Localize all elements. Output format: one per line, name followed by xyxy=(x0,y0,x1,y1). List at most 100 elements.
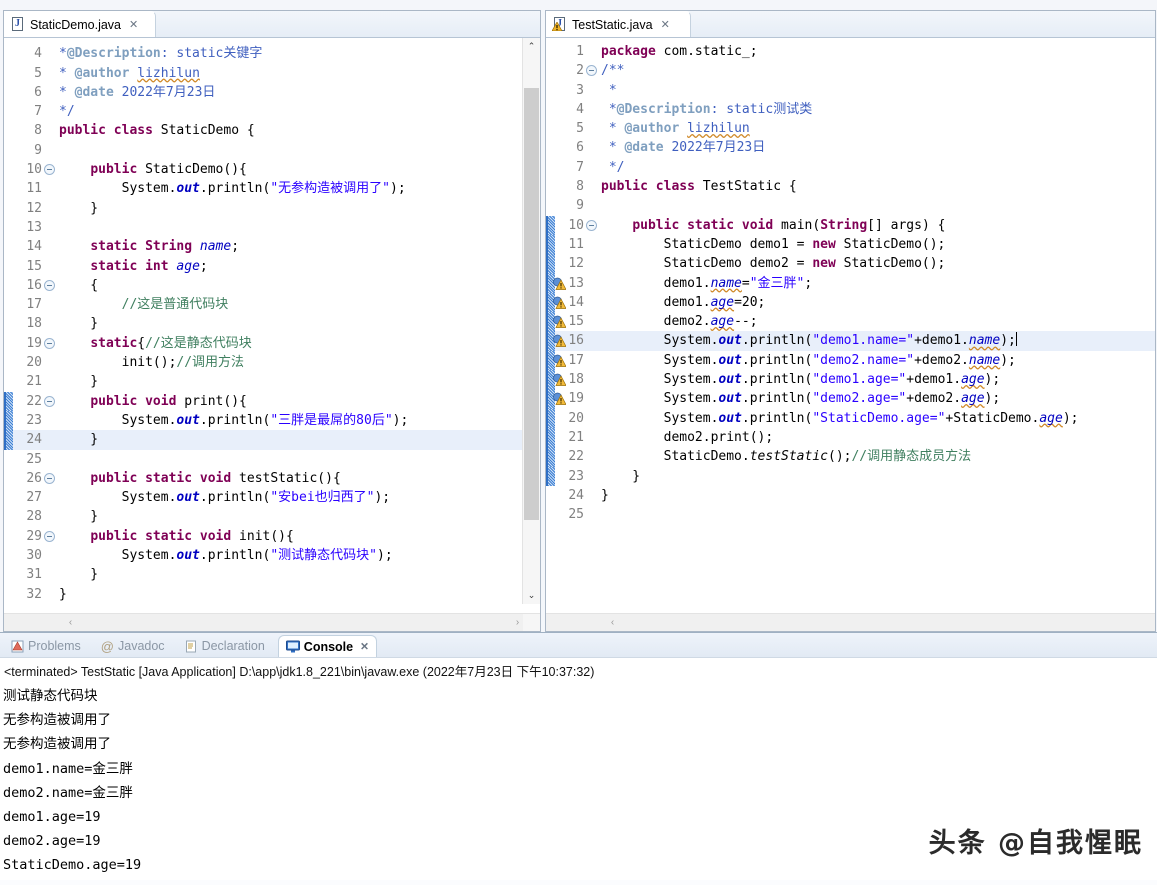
bottom-tab-console[interactable]: Console ✕ xyxy=(277,635,377,657)
vertical-scrollbar-left[interactable]: ⌃ ⌄ xyxy=(522,38,540,604)
code-line[interactable]: 4 *@Description: static关键字 xyxy=(4,44,540,63)
code-line[interactable]: 25 xyxy=(546,505,1155,524)
line-number: 15 xyxy=(568,314,584,330)
code-line[interactable]: 20 System.out.println("StaticDemo.age="+… xyxy=(546,408,1155,428)
code-text: demo2.age--; xyxy=(601,314,758,330)
code-line[interactable]: 12 } xyxy=(4,199,540,218)
bottom-tab-problems[interactable]: Problems xyxy=(4,635,88,657)
code-viewport-right[interactable]: 1 package com.static_; 2/** 3 * 4 *@Descript… xyxy=(546,38,1155,621)
fold-toggle-icon[interactable] xyxy=(586,65,597,77)
close-icon[interactable]: ✕ xyxy=(661,18,670,31)
code-text: *@Description: static关键字 xyxy=(59,46,263,62)
code-line[interactable]: 13 demo1.name="金三胖"; xyxy=(546,273,1155,293)
code-line[interactable]: 23 } xyxy=(546,466,1155,486)
code-text: } xyxy=(601,468,641,484)
code-line[interactable]: 14 demo1.age=20; xyxy=(546,292,1155,313)
bottom-tab-javadoc[interactable]: @ Javadoc xyxy=(94,635,172,657)
code-line[interactable]: 9 xyxy=(546,196,1155,215)
console-output[interactable]: 测试静态代码块 无参构造被调用了 无参构造被调用了 demo1.name=金三胖 dem… xyxy=(0,682,1157,880)
code-line[interactable]: 12 StaticDemo demo2 = new StaticDemo(); xyxy=(546,254,1155,274)
code-line[interactable]: 28 } xyxy=(4,507,540,526)
code-line[interactable]: 2 /** xyxy=(546,61,1155,80)
code-viewport-left[interactable]: 3*4*@Description: static关键字5* @author li… xyxy=(4,38,540,621)
editor-area: J StaticDemo.java ✕ 3 * 4 *@Description: st… xyxy=(0,0,1157,632)
code-line[interactable]: 19 System.out.println("demo2.age="+demo2… xyxy=(546,389,1155,409)
line-number: 18 xyxy=(26,316,42,332)
code-line[interactable]: 7 */ xyxy=(546,158,1155,177)
code-line[interactable]: 10 public static void main(String[] args… xyxy=(546,215,1155,235)
code-line[interactable]: 23 System.out.println("三胖是最屌的80后"); xyxy=(4,410,540,431)
bottom-tab-label: Javadoc xyxy=(118,639,165,653)
fold-toggle-icon[interactable] xyxy=(44,279,55,291)
code-line[interactable]: 3 * xyxy=(546,81,1155,100)
tab-teststatic-java[interactable]: J TestStatic.java ✕ xyxy=(546,11,691,37)
line-number: 2 xyxy=(576,63,584,79)
close-icon[interactable]: ✕ xyxy=(129,18,138,31)
code-line[interactable]: 4 *@Description: static测试类 xyxy=(546,100,1155,119)
fold-toggle-icon[interactable] xyxy=(586,219,597,231)
code-line[interactable]: 30 System.out.println("测试静态代码块"); xyxy=(4,546,540,565)
code-line[interactable]: 15 demo2.age--; xyxy=(546,312,1155,332)
line-number: 31 xyxy=(26,567,42,583)
code-line[interactable]: 19 static{//这是静态代码块 xyxy=(4,334,540,353)
code-text: demo1.name="金三胖"; xyxy=(601,275,813,291)
code-line[interactable]: 5 * @author lizhilun xyxy=(546,119,1155,138)
code-line[interactable]: 26 public static void testStatic(){ xyxy=(4,469,540,488)
code-line[interactable]: 27 System.out.println("安bei也归西了"); xyxy=(4,488,540,507)
code-line[interactable]: 6 * @date 2022年7月23日 xyxy=(4,83,540,102)
code-line[interactable]: 8 public class StaticDemo { xyxy=(4,121,540,140)
code-line[interactable]: 15 static int age; xyxy=(4,257,540,276)
fold-toggle-icon[interactable] xyxy=(44,472,55,484)
code-line[interactable]: 29 public static void init(){ xyxy=(4,527,540,546)
fold-toggle-icon[interactable] xyxy=(44,395,55,407)
line-number: 14 xyxy=(568,294,584,310)
code-line[interactable]: 5 * @author lizhilun xyxy=(4,64,540,83)
bottom-tab-declaration[interactable]: Declaration xyxy=(178,635,272,657)
scroll-left-arrow[interactable]: ‹ xyxy=(62,614,79,631)
code-line[interactable]: 16 System.out.println("demo1.name="+demo… xyxy=(546,331,1155,351)
code-line[interactable]: 31 } xyxy=(4,565,540,584)
code-line[interactable]: 17 //这是普通代码块 xyxy=(4,295,540,314)
code-line[interactable]: 6 * @date 2022年7月23日 xyxy=(546,138,1155,157)
fold-toggle-icon[interactable] xyxy=(44,337,55,349)
code-line[interactable]: 24} xyxy=(546,486,1155,505)
code-line[interactable]: 18 } xyxy=(4,314,540,333)
scroll-up-arrow[interactable]: ⌃ xyxy=(523,38,540,55)
tab-staticdemo-java[interactable]: J StaticDemo.java ✕ xyxy=(4,11,156,37)
line-number: 14 xyxy=(26,239,42,255)
horizontal-scrollbar-left[interactable]: ‹ › xyxy=(4,613,540,631)
code-line[interactable]: 22 StaticDemo.testStatic();//调用静态成员方法 xyxy=(546,447,1155,467)
code-line[interactable]: 20 init();//调用方法 xyxy=(4,353,540,372)
code-line[interactable]: 21 } xyxy=(4,372,540,391)
code-line[interactable]: 16 { xyxy=(4,276,540,295)
code-lines-right: 1 package com.static_; 2/** 3 * 4 *@Descript… xyxy=(546,42,1155,524)
code-line[interactable]: 9 xyxy=(4,141,540,160)
code-line[interactable]: 32} xyxy=(4,585,540,604)
code-line[interactable]: 8 public class TestStatic { xyxy=(546,177,1155,196)
line-number: 22 xyxy=(26,393,42,409)
code-line[interactable]: 11 StaticDemo demo1 = new StaticDemo(); xyxy=(546,234,1155,255)
scrollbar-thumb[interactable] xyxy=(524,88,539,520)
fold-toggle-icon[interactable] xyxy=(44,164,55,176)
code-line[interactable]: 10 public StaticDemo(){ xyxy=(4,160,540,179)
code-lines-left: 3*4*@Description: static关键字5* @author li… xyxy=(4,38,540,604)
code-line[interactable]: 11 System.out.println("无参构造被调用了"); xyxy=(4,179,540,198)
code-line[interactable]: 21 demo2.print(); xyxy=(546,427,1155,448)
code-line[interactable]: 13 xyxy=(4,218,540,237)
code-line[interactable]: 25 xyxy=(4,450,540,469)
fold-toggle-icon[interactable] xyxy=(44,530,55,542)
close-icon[interactable]: ✕ xyxy=(360,641,369,653)
code-line[interactable]: 14 static String name; xyxy=(4,237,540,256)
eclipse-window: J StaticDemo.java ✕ 3 * 4 *@Description: st… xyxy=(0,0,1157,885)
horizontal-scrollbar-right[interactable]: ‹ xyxy=(546,613,1155,631)
scroll-down-arrow[interactable]: ⌄ xyxy=(523,587,540,604)
code-line[interactable]: 17 System.out.println("demo2.name="+demo… xyxy=(546,350,1155,371)
code-line[interactable]: 22 public void print(){ xyxy=(4,391,540,411)
code-line[interactable]: 24 } xyxy=(4,430,540,450)
scroll-left-arrow[interactable]: ‹ xyxy=(604,614,621,631)
code-line[interactable]: 7 */ xyxy=(4,102,540,121)
code-line[interactable]: 18 System.out.println("demo1.age="+demo1… xyxy=(546,370,1155,390)
code-text: *@Description: static测试类 xyxy=(601,101,813,117)
line-number: 10 xyxy=(568,217,584,233)
code-line[interactable]: 1 package com.static_; xyxy=(546,42,1155,61)
